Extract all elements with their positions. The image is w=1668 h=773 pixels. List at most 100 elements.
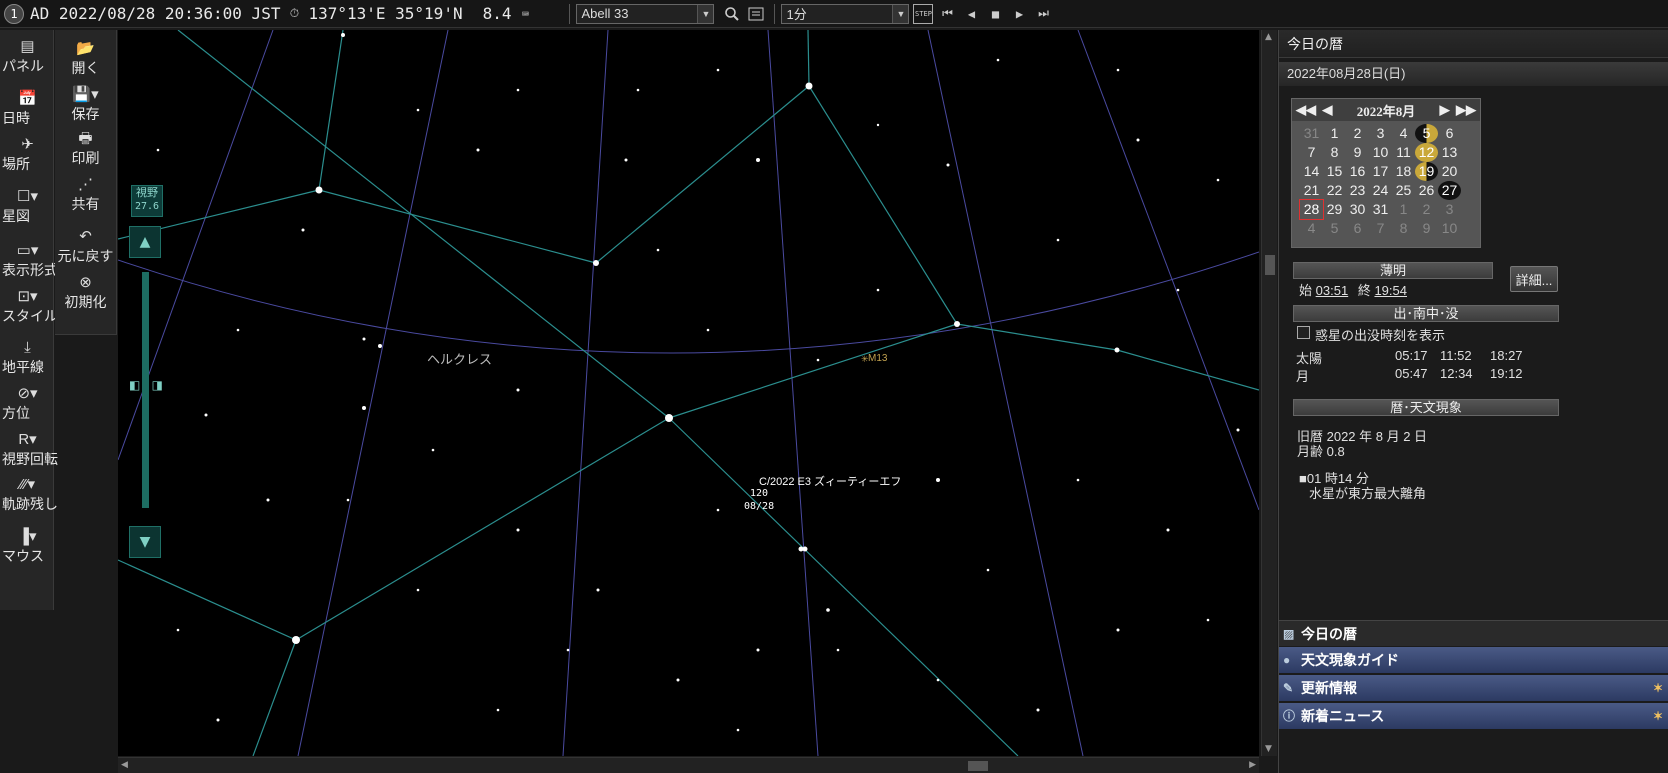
calendar-day[interactable]: 10 xyxy=(1369,143,1392,162)
calendar-day[interactable]: 14 xyxy=(1300,162,1323,181)
calendar-day[interactable]: 6 xyxy=(1346,219,1369,238)
calendar-day[interactable]: 4 xyxy=(1300,219,1323,238)
calendar-day[interactable]: 12 xyxy=(1415,143,1438,162)
fov-slider-handle[interactable]: ◧ ◨ xyxy=(129,378,163,392)
calendar-day[interactable]: 5 xyxy=(1323,219,1346,238)
panel-button[interactable]: ▤ パネル xyxy=(0,38,53,76)
calendar-day[interactable]: 9 xyxy=(1346,143,1369,162)
event-text[interactable]: 水星が東方最大離角 xyxy=(1309,483,1426,502)
stop-icon[interactable]: ■ xyxy=(985,4,1005,24)
now-clock-icon[interactable]: ⏱ xyxy=(286,6,302,22)
keyboard-icon[interactable]: ⌨ xyxy=(517,6,533,22)
magnitude-display[interactable]: 8.4 xyxy=(483,4,512,23)
mouse-button[interactable]: ▐▾ マウス xyxy=(0,528,53,566)
m13-label[interactable]: M13 xyxy=(868,353,887,364)
skip-back-icon[interactable]: ⏮ xyxy=(937,4,957,24)
calendar-day[interactable]: 3 xyxy=(1438,200,1461,219)
calendar-day[interactable]: 7 xyxy=(1300,143,1323,162)
horizontal-scroll-thumb[interactable] xyxy=(968,761,988,771)
calendar-day[interactable]: 10 xyxy=(1438,219,1461,238)
calendar-day[interactable]: 2 xyxy=(1415,200,1438,219)
calendar-day[interactable]: 15 xyxy=(1323,162,1346,181)
tab-updates[interactable]: ✎ 更新情報 ✶ xyxy=(1279,675,1668,701)
horizontal-scrollbar[interactable]: ◀ ▶ xyxy=(118,757,1259,773)
calendar-day[interactable]: 26 xyxy=(1415,181,1438,200)
share-button[interactable]: ⋰ 共有 xyxy=(55,176,116,214)
search-icon[interactable] xyxy=(722,4,742,24)
view-rotate-button[interactable]: R▾ 視野回転 xyxy=(0,431,58,469)
calendar-day[interactable]: 21 xyxy=(1300,181,1323,200)
display-format-button[interactable]: ▭▾ 表示形式 xyxy=(0,242,58,280)
scroll-right-icon[interactable]: ▶ xyxy=(1249,760,1256,770)
vertical-scroll-thumb[interactable] xyxy=(1265,255,1275,275)
calendar-day[interactable]: 5 xyxy=(1415,124,1438,143)
calendar-day[interactable]: 19 xyxy=(1415,162,1438,181)
play-icon[interactable]: ▶ xyxy=(1009,4,1029,24)
place-button[interactable]: ✈ 場所 xyxy=(0,136,53,174)
tab-today-calendar[interactable]: ▨ 今日の暦 xyxy=(1279,620,1668,646)
planet-checkbox[interactable] xyxy=(1297,326,1310,339)
calendar-day[interactable]: 3 xyxy=(1369,124,1392,143)
list-icon[interactable] xyxy=(746,4,766,24)
star-map-canvas[interactable]: ✳ ヘルクレス M13 C/2022 E3 ズィーティーエフ 120 08/28 xyxy=(118,30,1259,756)
calendar-day[interactable]: 2 xyxy=(1346,124,1369,143)
comet-label[interactable]: C/2022 E3 ズィーティーエフ xyxy=(759,473,901,489)
calendar-day[interactable]: 11 xyxy=(1392,143,1415,162)
calendar-day[interactable]: 22 xyxy=(1323,181,1346,200)
horizon-button[interactable]: ⤓ 地平線 xyxy=(0,339,53,377)
calendar-day[interactable]: 13 xyxy=(1438,143,1461,162)
calendar-day[interactable]: 7 xyxy=(1369,219,1392,238)
skip-forward-icon[interactable]: ⏭ xyxy=(1033,4,1053,24)
save-button[interactable]: 💾▾ 保存 xyxy=(55,86,116,124)
calendar-day[interactable]: 31 xyxy=(1300,124,1323,143)
open-button[interactable]: 📂 開く xyxy=(55,40,116,78)
calendar-day[interactable]: 4 xyxy=(1392,124,1415,143)
calendar-day[interactable]: 9 xyxy=(1415,219,1438,238)
next-month-icon[interactable]: ▶ xyxy=(1440,102,1450,118)
scroll-up-icon[interactable]: ▲ xyxy=(1265,32,1272,42)
prev-month-icon[interactable]: ◀ xyxy=(1322,102,1332,118)
calendar-day[interactable]: 27 xyxy=(1438,181,1461,200)
calendar-day[interactable]: 31 xyxy=(1369,200,1392,219)
reset-button[interactable]: ⊗ 初期化 xyxy=(55,274,116,312)
step-icon[interactable]: STEP xyxy=(913,3,934,24)
detail-button[interactable]: 詳細... xyxy=(1510,266,1558,292)
calendar-day[interactable]: 20 xyxy=(1438,162,1461,181)
tab-astro-guide[interactable]: ● 天文現象ガイド xyxy=(1279,647,1668,673)
undo-button[interactable]: ↶ 元に戻す xyxy=(55,228,116,266)
planet-checkbox-label[interactable]: 惑星の出没時刻を表示 xyxy=(1315,325,1445,344)
scroll-down-icon[interactable]: ▼ xyxy=(1265,744,1272,754)
constellation-label[interactable]: ヘルクレス xyxy=(427,349,492,368)
calendar-day[interactable]: 17 xyxy=(1369,162,1392,181)
calendar-day[interactable]: 6 xyxy=(1438,124,1461,143)
trail-button[interactable]: ⁄⁄⁄▾ 軌跡残し xyxy=(0,476,58,514)
location-display[interactable]: 137°13'E 35°19'N xyxy=(308,4,462,23)
twilight-end[interactable]: 19:54 xyxy=(1374,283,1407,298)
chevron-down-icon[interactable]: ▼ xyxy=(892,4,909,23)
prev-year-icon[interactable]: ◀◀ xyxy=(1296,102,1316,118)
calendar-day[interactable]: 8 xyxy=(1323,143,1346,162)
calendar-day[interactable]: 16 xyxy=(1346,162,1369,181)
calendar-day[interactable]: 25 xyxy=(1392,181,1415,200)
calendar-day[interactable]: 30 xyxy=(1346,200,1369,219)
calendar-day[interactable]: 1 xyxy=(1392,200,1415,219)
direction-button[interactable]: ⊘▾ 方位 xyxy=(0,385,53,423)
calendar-day[interactable]: 28 xyxy=(1299,199,1324,220)
calendar-day[interactable]: 29 xyxy=(1323,200,1346,219)
calendar-day[interactable]: 24 xyxy=(1369,181,1392,200)
tab-news[interactable]: ⓘ 新着ニュース ✶ xyxy=(1279,703,1668,729)
style-button[interactable]: ⊡▾ スタイル xyxy=(0,288,58,326)
datetime-button[interactable]: 📅 日時 xyxy=(0,90,53,128)
zoom-in-button[interactable]: ▲ xyxy=(129,226,161,258)
scroll-left-icon[interactable]: ◀ xyxy=(121,760,128,770)
next-year-icon[interactable]: ▶▶ xyxy=(1456,102,1476,118)
time-step-combo[interactable]: 1分 ▼ xyxy=(781,3,910,24)
zoom-out-button[interactable]: ▼ xyxy=(129,526,161,558)
calendar-day[interactable]: 23 xyxy=(1346,181,1369,200)
object-search-combo[interactable]: Abell 33 ▼ xyxy=(576,3,715,24)
datetime-display[interactable]: AD 2022/08/28 20:36:00 JST xyxy=(30,4,280,23)
print-button[interactable]: 🖶 印刷 xyxy=(55,130,116,168)
calendar-day[interactable]: 18 xyxy=(1392,162,1415,181)
chevron-down-icon[interactable]: ▼ xyxy=(697,4,714,23)
twilight-start[interactable]: 03:51 xyxy=(1316,283,1349,298)
